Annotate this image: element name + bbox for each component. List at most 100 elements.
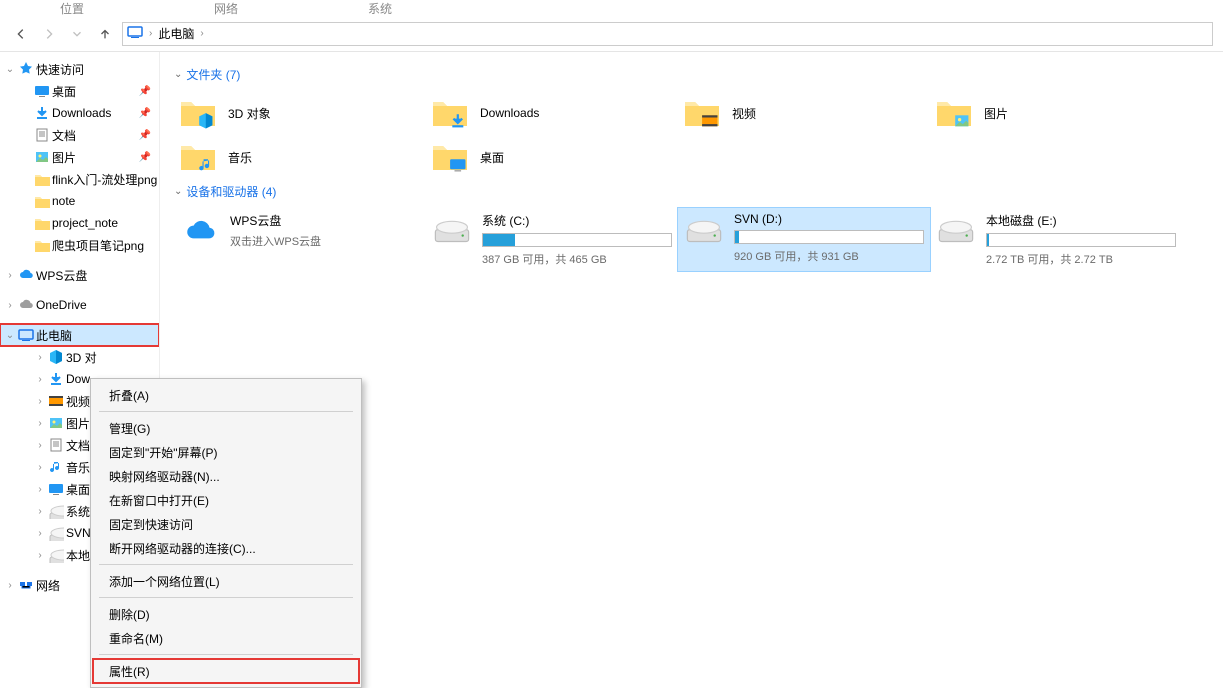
- tree-item[interactable]: 文档📌: [0, 124, 159, 146]
- tree-label: 音乐: [66, 459, 90, 476]
- chevron-down-icon[interactable]: ⌄: [4, 64, 16, 75]
- forward-button[interactable]: [38, 23, 60, 45]
- tree-label: 系统: [66, 503, 90, 520]
- chevron-right-icon[interactable]: ›: [34, 484, 46, 495]
- breadcrumb-item[interactable]: 此电脑: [158, 25, 194, 42]
- tree-item[interactable]: › 3D 对: [0, 346, 159, 368]
- this-pc-node[interactable]: ⌄ 此电脑: [0, 324, 159, 346]
- cloud-icon: [180, 212, 220, 252]
- tree-label: 图片: [52, 149, 76, 166]
- tree-item[interactable]: 桌面📌: [0, 80, 159, 102]
- tree-item[interactable]: project_note: [0, 212, 159, 234]
- context-menu-item[interactable]: 映射网络驱动器(N)...: [93, 464, 359, 488]
- pictures-icon: [34, 149, 50, 165]
- download-icon: [48, 371, 64, 387]
- folder-item[interactable]: 音乐: [174, 135, 426, 179]
- drives-group-header[interactable]: ⌄ 设备和驱动器 (4): [174, 183, 1209, 200]
- chevron-right-icon[interactable]: ›: [34, 440, 46, 451]
- context-menu-item[interactable]: 管理(G): [93, 416, 359, 440]
- folder-item[interactable]: Downloads: [426, 91, 678, 135]
- drive-label: WPS云盘: [230, 212, 420, 229]
- drive-usage-bar: [734, 230, 924, 244]
- chevron-right-icon[interactable]: ›: [34, 374, 46, 385]
- quick-access-node[interactable]: ⌄ 快速访问: [0, 58, 159, 80]
- chevron-right-icon[interactable]: ›: [4, 270, 16, 281]
- tree-item[interactable]: 图片📌: [0, 146, 159, 168]
- folder-icon: [34, 171, 50, 187]
- chevron-right-icon[interactable]: ›: [34, 506, 46, 517]
- chevron-right-icon[interactable]: ›: [34, 396, 46, 407]
- context-menu-item[interactable]: 属性(R): [93, 659, 359, 683]
- ribbon-tab[interactable]: 网络: [214, 0, 238, 16]
- menu-separator: [99, 564, 353, 565]
- drive-item[interactable]: 系统 (C:)387 GB 可用，共 465 GB: [426, 208, 678, 271]
- tree-label: 本地: [66, 547, 90, 564]
- tree-item[interactable]: 爬虫项目笔记png: [0, 234, 159, 256]
- folder-icon: [178, 137, 218, 177]
- chevron-right-icon: ›: [149, 28, 152, 39]
- chevron-right-icon[interactable]: ›: [34, 528, 46, 539]
- tree-label: OneDrive: [36, 298, 87, 312]
- this-pc-icon: [127, 24, 143, 43]
- chevron-right-icon[interactable]: ›: [4, 580, 16, 591]
- wps-cloud-drive[interactable]: WPS云盘 双击进入WPS云盘: [174, 208, 426, 271]
- pictures-icon: [48, 415, 64, 431]
- ribbon-tab[interactable]: 位置: [60, 0, 84, 16]
- tree-label: project_note: [52, 216, 118, 230]
- drive-item[interactable]: SVN (D:)920 GB 可用，共 931 GB: [678, 208, 930, 271]
- recent-dropdown-icon[interactable]: [66, 23, 88, 45]
- tree-label: 爬虫项目笔记png: [52, 237, 144, 254]
- folder-icon: [178, 93, 218, 133]
- folder-item[interactable]: 3D 对象: [174, 91, 426, 135]
- tree-item[interactable]: flink入门-流处理png: [0, 168, 159, 190]
- folder-label: Downloads: [480, 106, 539, 120]
- chevron-right-icon[interactable]: ›: [34, 352, 46, 363]
- context-menu-item[interactable]: 折叠(A): [93, 383, 359, 407]
- context-menu-item[interactable]: 重命名(M): [93, 626, 359, 650]
- context-menu: 折叠(A) 管理(G)固定到"开始"屏幕(P)映射网络驱动器(N)...在新窗口中…: [90, 378, 362, 688]
- folder-item[interactable]: 图片: [930, 91, 1182, 135]
- context-menu-item[interactable]: 删除(D): [93, 602, 359, 626]
- context-menu-item[interactable]: 添加一个网络位置(L): [93, 569, 359, 593]
- folder-icon: [934, 93, 974, 133]
- drive-usage-text: 2.72 TB 可用，共 2.72 TB: [986, 251, 1176, 267]
- music-icon: [48, 459, 64, 475]
- context-menu-item[interactable]: 固定到"开始"屏幕(P): [93, 440, 359, 464]
- drive-label: SVN (D:): [734, 212, 924, 226]
- folders-group-header[interactable]: ⌄ 文件夹 (7): [174, 66, 1209, 83]
- chevron-down-icon[interactable]: ⌄: [4, 330, 16, 341]
- tree-label: 图片: [66, 415, 90, 432]
- this-pc-icon: [18, 327, 34, 343]
- folder-item[interactable]: 视频: [678, 91, 930, 135]
- ribbon-tab[interactable]: 系统: [368, 0, 392, 16]
- drive-item[interactable]: 本地磁盘 (E:) 2.72 TB 可用，共 2.72 TB: [930, 208, 1182, 271]
- address-bar[interactable]: › 此电脑 ›: [122, 22, 1213, 46]
- menu-separator: [99, 597, 353, 598]
- back-button[interactable]: [10, 23, 32, 45]
- context-menu-item[interactable]: 固定到快速访问: [93, 512, 359, 536]
- tree-item[interactable]: note: [0, 190, 159, 212]
- chevron-right-icon[interactable]: ›: [34, 462, 46, 473]
- drive-icon: [48, 503, 64, 519]
- star-icon: [18, 61, 34, 77]
- tree-item[interactable]: Downloads📌: [0, 102, 159, 124]
- drive-icon: [936, 212, 976, 252]
- up-button[interactable]: [94, 23, 116, 45]
- folder-icon: [682, 93, 722, 133]
- chevron-right-icon[interactable]: ›: [34, 418, 46, 429]
- download-icon: [34, 105, 50, 121]
- folder-label: 3D 对象: [228, 105, 271, 122]
- folder-item[interactable]: 桌面: [426, 135, 678, 179]
- context-menu-item[interactable]: 在新窗口中打开(E): [93, 488, 359, 512]
- tree-label: 3D 对: [66, 349, 97, 366]
- chevron-right-icon[interactable]: ›: [4, 300, 16, 311]
- chevron-right-icon[interactable]: ›: [34, 550, 46, 561]
- drive-usage-bar: [986, 233, 1176, 247]
- network-icon: [18, 577, 34, 593]
- drive-label: 本地磁盘 (E:): [986, 212, 1176, 229]
- folder-label: 视频: [732, 105, 756, 122]
- onedrive-node[interactable]: › OneDrive: [0, 294, 159, 316]
- context-menu-item[interactable]: 断开网络驱动器的连接(C)...: [93, 536, 359, 560]
- wps-cloud-node[interactable]: › WPS云盘: [0, 264, 159, 286]
- navigation-bar: › 此电脑 ›: [0, 16, 1223, 52]
